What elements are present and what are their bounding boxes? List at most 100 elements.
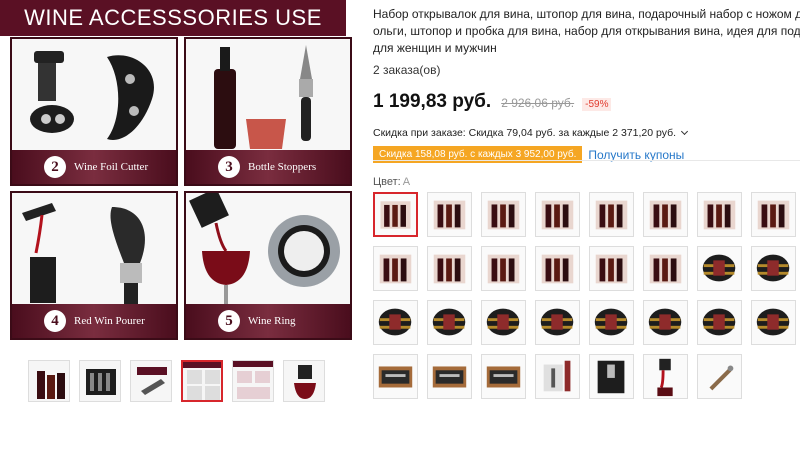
swatch-image (590, 193, 633, 236)
store-discount-text: Скидка при заказе: Скидка 79,04 руб. за … (373, 127, 677, 139)
color-swatch[interactable] (751, 246, 796, 291)
color-swatch[interactable] (373, 354, 418, 399)
gallery-thumbnail-active[interactable] (181, 360, 223, 402)
chevron-down-icon (680, 127, 688, 136)
swatch-image (482, 355, 525, 398)
swatch-image (482, 193, 525, 236)
product-title-line: ольги, штопор и пробка для вина, набор д… (373, 24, 800, 38)
swatch-image (374, 355, 417, 398)
swatch-image (698, 301, 741, 344)
color-label-text: Цвет: (373, 176, 401, 188)
swatch-image (482, 247, 525, 290)
color-swatch[interactable] (481, 246, 526, 291)
panel-caption: 3 Bottle Stoppers (186, 150, 350, 184)
color-swatch[interactable] (697, 246, 742, 291)
color-swatch[interactable] (427, 354, 472, 399)
old-price: 2 926,06 руб. (501, 96, 575, 110)
color-swatch[interactable] (643, 354, 688, 399)
swatch-image (428, 301, 471, 344)
color-swatch[interactable] (697, 192, 742, 237)
panel-pourer: 4 Red Win Pourer (10, 191, 178, 340)
swatch-image (482, 301, 525, 344)
swatch-image (536, 355, 579, 398)
swatch-image (374, 301, 417, 344)
panel-caption-text: Red Win Pourer (74, 315, 145, 327)
main-product-image[interactable]: WINE ACCESSSORIES USE MANU (0, 0, 352, 346)
swatch-image (590, 355, 633, 398)
color-swatch[interactable] (427, 246, 472, 291)
swatch-image (590, 247, 633, 290)
swatch-image (644, 355, 687, 398)
swatch-image (752, 193, 795, 236)
color-swatch[interactable] (427, 192, 472, 237)
color-swatch[interactable] (589, 192, 634, 237)
swatch-image (644, 193, 687, 236)
panel-number: 2 (44, 156, 66, 178)
swatch-image (590, 301, 633, 344)
color-swatch[interactable] (481, 300, 526, 345)
panel-caption: 4 Red Win Pourer (12, 304, 176, 338)
swatch-image (428, 247, 471, 290)
color-label: Цвет: A (373, 176, 410, 188)
color-swatch[interactable] (535, 300, 580, 345)
swatch-image (698, 193, 741, 236)
swatch-image (428, 193, 471, 236)
color-swatches (373, 192, 800, 399)
panel-bottle-stopper: 3 Bottle Stoppers (184, 37, 352, 186)
panel-number: 3 (218, 156, 240, 178)
color-swatch[interactable] (751, 192, 796, 237)
color-swatch[interactable] (751, 300, 796, 345)
panel-caption-text: Bottle Stoppers (248, 161, 317, 173)
current-price: 1 199,83 руб. (373, 91, 492, 112)
store-discount[interactable]: Скидка при заказе: Скидка 79,04 руб. за … (373, 127, 800, 139)
color-swatch[interactable] (373, 246, 418, 291)
panel-wine-ring: 5 Wine Ring (184, 191, 352, 340)
color-swatch[interactable] (697, 354, 742, 399)
color-swatch[interactable] (373, 300, 418, 345)
color-swatch[interactable] (535, 192, 580, 237)
swatch-image (752, 301, 795, 344)
panel-caption-text: Wine Ring (248, 315, 296, 327)
swatch-image (536, 247, 579, 290)
gallery-thumbnail[interactable] (130, 360, 172, 402)
swatch-image (698, 355, 741, 398)
panel-foil-cutter: 2 Wine Foil Cutter (10, 37, 178, 186)
color-value: A (402, 176, 411, 188)
panel-caption: 2 Wine Foil Cutter (12, 150, 176, 184)
price-row: 1 199,83 руб. 2 926,06 руб. -59% (373, 91, 800, 113)
swatch-image (428, 355, 471, 398)
panel-caption: 5 Wine Ring (186, 304, 350, 338)
gallery-thumbnail[interactable] (232, 360, 274, 402)
color-swatch-selected[interactable] (373, 192, 418, 237)
color-swatch[interactable] (643, 192, 688, 237)
swatch-image (375, 194, 416, 235)
gallery-thumbnail[interactable] (28, 360, 70, 402)
color-swatch[interactable] (589, 300, 634, 345)
color-swatch[interactable] (697, 300, 742, 345)
swatch-image (536, 301, 579, 344)
gallery-thumbnails (28, 360, 325, 402)
discount-badge: -59% (582, 98, 612, 111)
color-swatch[interactable] (481, 192, 526, 237)
color-swatch[interactable] (589, 246, 634, 291)
color-swatch[interactable] (535, 246, 580, 291)
product-page: WINE ACCESSSORIES USE MANU (0, 0, 800, 450)
color-swatch[interactable] (643, 246, 688, 291)
color-swatch[interactable] (481, 354, 526, 399)
swatch-image (536, 193, 579, 236)
gallery-thumbnail[interactable] (79, 360, 121, 402)
color-swatch[interactable] (427, 300, 472, 345)
swatch-image (698, 247, 741, 290)
panel-caption-text: Wine Foil Cutter (74, 161, 149, 173)
swatch-image (752, 247, 795, 290)
color-swatch[interactable] (589, 354, 634, 399)
color-swatch[interactable] (643, 300, 688, 345)
swatch-image (644, 247, 687, 290)
product-info: Набор открывалок для вина, штопор для ви… (373, 6, 800, 163)
gallery-thumbnail[interactable] (283, 360, 325, 402)
product-title-line: Набор открывалок для вина, штопор для ви… (373, 7, 800, 21)
color-swatch[interactable] (535, 354, 580, 399)
panel-number: 5 (218, 310, 240, 332)
image-banner: WINE ACCESSSORIES USE MANU (0, 0, 346, 66)
product-title-line: для женщин и мужчин (373, 41, 497, 55)
